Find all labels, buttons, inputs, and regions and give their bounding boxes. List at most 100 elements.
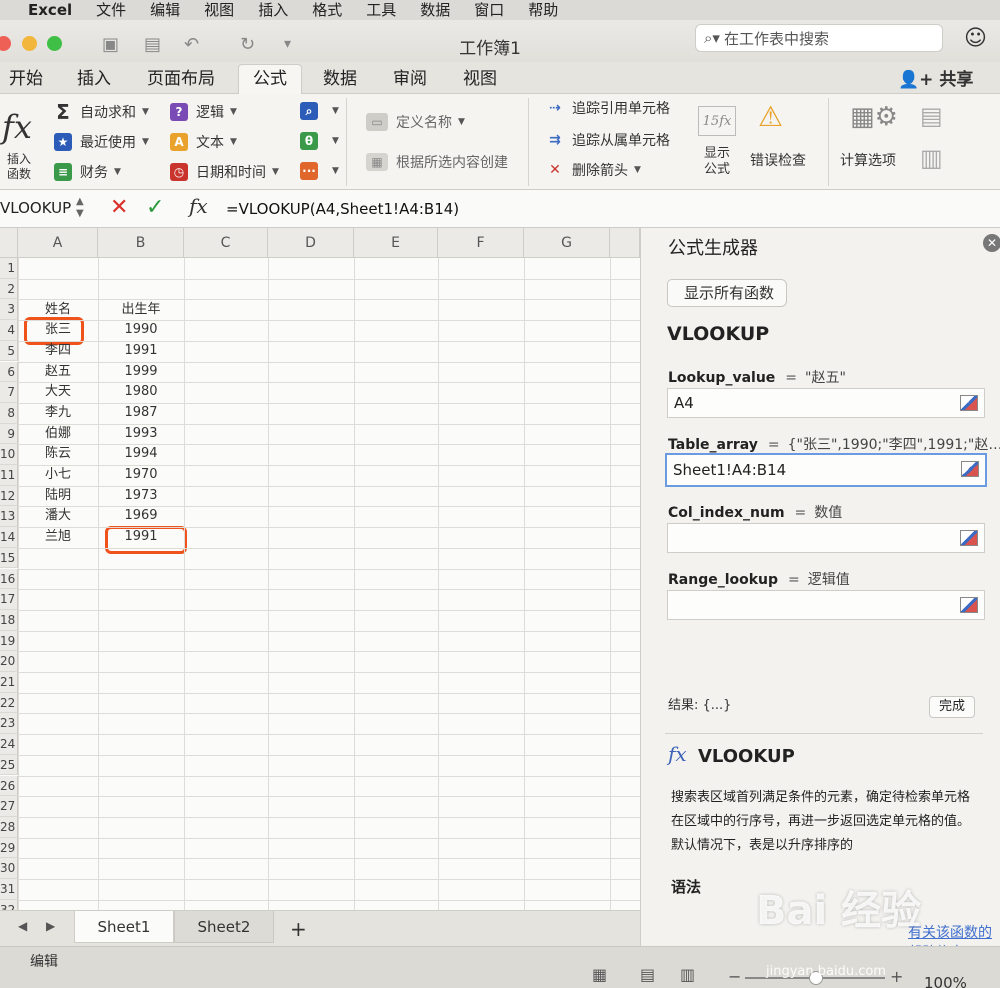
row-header[interactable]: 6 xyxy=(0,361,18,383)
menu-edit[interactable]: 编辑 xyxy=(150,1,180,19)
lookup-value-input[interactable]: A4 xyxy=(667,388,985,418)
calc-options-button[interactable]: 计算选项 xyxy=(840,150,896,170)
row-header[interactable]: 17 xyxy=(0,589,18,610)
zoom-percent[interactable]: 100% xyxy=(924,974,967,988)
calculator-gear-icon[interactable]: ▦⚙ xyxy=(850,102,898,132)
cell-b9[interactable]: 1993 xyxy=(98,424,184,444)
select-all-corner[interactable] xyxy=(0,228,18,258)
create-from-selection-button[interactable]: ▦ 根据所选内容创建 xyxy=(366,152,508,172)
insert-function-button[interactable]: 插入 函数 xyxy=(2,152,36,182)
cell-a12[interactable]: 陆明 xyxy=(18,486,98,506)
row-header[interactable]: 13 xyxy=(0,506,18,528)
row-header[interactable]: 18 xyxy=(0,609,18,631)
normal-view-icon[interactable]: ▦ xyxy=(592,965,607,984)
row-header[interactable]: 1 xyxy=(0,258,18,279)
remove-arrows-button[interactable]: ✕ 删除箭头 ▼ xyxy=(546,160,641,180)
cell-a10[interactable]: 陈云 xyxy=(18,444,98,464)
row-header[interactable]: 28 xyxy=(0,816,18,838)
cell-a8[interactable]: 李九 xyxy=(18,403,98,423)
cell-b13[interactable]: 1969 xyxy=(98,506,184,526)
cell-b11[interactable]: 1970 xyxy=(98,465,184,485)
cell-b8[interactable]: 1987 xyxy=(98,403,184,423)
show-all-functions-button[interactable]: 显示所有函数 xyxy=(667,279,788,307)
tab-page-layout[interactable]: 页面布局 xyxy=(140,66,222,92)
range-select-icon[interactable] xyxy=(960,395,978,411)
calc-sheet-icon[interactable]: ▥ xyxy=(920,144,943,172)
cancel-icon[interactable]: ✕ xyxy=(110,195,128,220)
done-button[interactable]: 完成 xyxy=(929,696,976,718)
menu-help[interactable]: 帮助 xyxy=(528,1,558,19)
cell-a7[interactable]: 大天 xyxy=(18,382,98,402)
more-functions-button[interactable]: ··· ▼ xyxy=(300,162,339,180)
warning-icon[interactable]: ⚠ xyxy=(758,100,783,133)
share-button[interactable]: 👤+ 共享 xyxy=(898,65,973,90)
menu-window[interactable]: 窗口 xyxy=(474,1,504,19)
range-select-icon[interactable] xyxy=(961,461,979,477)
cell-b4[interactable]: 1990 xyxy=(98,320,184,340)
row-header[interactable]: 3 xyxy=(0,299,18,321)
tab-data[interactable]: 数据 xyxy=(316,66,364,92)
cell-a9[interactable]: 伯娜 xyxy=(18,424,98,444)
sheet-tab-sheet1[interactable]: Sheet1 xyxy=(74,911,174,943)
row-header[interactable]: 19 xyxy=(0,630,18,652)
column-header-c[interactable]: C xyxy=(184,228,268,258)
define-name-button[interactable]: ▭ 定义名称 ▼ xyxy=(366,112,465,132)
tab-formulas[interactable]: 公式 xyxy=(238,64,302,95)
menu-tools[interactable]: 工具 xyxy=(366,1,396,19)
calc-now-icon[interactable]: ▤ xyxy=(920,102,943,130)
table-array-input[interactable]: Sheet1!A4:B14 xyxy=(665,453,987,487)
cell-b7[interactable]: 1980 xyxy=(98,382,184,402)
lookup-reference-button[interactable]: ⌕ ▼ xyxy=(300,102,339,120)
menu-data[interactable]: 数据 xyxy=(420,1,450,19)
enter-check-icon[interactable]: ✓ xyxy=(146,195,164,220)
feedback-smiley-icon[interactable]: ☺ xyxy=(964,26,987,51)
row-header[interactable]: 24 xyxy=(0,734,18,755)
menu-file[interactable]: 文件 xyxy=(96,1,126,19)
menu-insert[interactable]: 插入 xyxy=(258,1,288,19)
close-icon[interactable]: ✕ xyxy=(983,234,1000,252)
tab-review[interactable]: 审阅 xyxy=(386,66,434,92)
trace-precedents-button[interactable]: ⇢ 追踪引用单元格 xyxy=(546,98,670,118)
column-header-f[interactable]: F xyxy=(438,228,524,258)
cell-a11[interactable]: 小七 xyxy=(18,465,98,485)
cell-b6[interactable]: 1999 xyxy=(98,362,184,382)
math-trig-button[interactable]: θ ▼ xyxy=(300,132,339,150)
date-time-button[interactable]: ◷ 日期和时间 ▼ xyxy=(170,162,279,182)
row-header[interactable]: 25 xyxy=(0,754,18,776)
menu-view[interactable]: 视图 xyxy=(204,1,234,19)
row-header[interactable]: 4 xyxy=(0,320,18,341)
financial-button[interactable]: ≡ 财务 ▼ xyxy=(54,162,121,182)
formula-input[interactable]: =VLOOKUP(A4,Sheet1!A4:B14) xyxy=(226,200,459,218)
row-header[interactable]: 15 xyxy=(0,547,18,569)
column-header-d[interactable]: D xyxy=(268,228,354,258)
row-header[interactable]: 12 xyxy=(0,485,18,507)
column-header-g[interactable]: G xyxy=(524,228,610,258)
column-header-a[interactable]: A xyxy=(18,228,98,258)
column-header-b[interactable]: B xyxy=(98,228,184,258)
menu-format[interactable]: 格式 xyxy=(312,1,342,19)
more-help-link[interactable]: 有关该函数的帮助信息 xyxy=(908,922,1000,946)
recently-used-button[interactable]: ★ 最近使用 ▼ xyxy=(54,132,149,152)
col-index-num-input[interactable] xyxy=(667,523,985,553)
row-header[interactable]: 22 xyxy=(0,692,18,714)
zoom-out-icon[interactable]: − xyxy=(728,967,741,986)
prev-sheet-icon[interactable]: ◀ xyxy=(18,919,27,933)
cell-b3[interactable]: 出生年 xyxy=(98,300,184,320)
name-box[interactable]: VLOOKUP xyxy=(0,199,71,217)
tab-view[interactable]: 视图 xyxy=(456,66,504,92)
add-sheet-icon[interactable]: + xyxy=(290,917,307,941)
cell-a6[interactable]: 赵五 xyxy=(18,362,98,382)
row-header[interactable]: 5 xyxy=(0,340,18,362)
row-header[interactable]: 2 xyxy=(0,278,18,300)
row-header[interactable]: 21 xyxy=(0,672,18,693)
error-checking-button[interactable]: 错误检查 xyxy=(750,150,806,170)
row-header[interactable]: 14 xyxy=(0,527,18,548)
insert-function-icon[interactable]: fx xyxy=(2,108,32,146)
cell-a4[interactable]: 张三 xyxy=(18,320,98,340)
range-select-icon[interactable] xyxy=(960,530,978,546)
next-sheet-icon[interactable]: ▶ xyxy=(46,919,55,933)
row-header[interactable]: 30 xyxy=(0,858,18,879)
zoom-in-icon[interactable]: + xyxy=(890,967,903,986)
cell-b5[interactable]: 1991 xyxy=(98,341,184,361)
column-header-partial[interactable] xyxy=(610,228,640,258)
